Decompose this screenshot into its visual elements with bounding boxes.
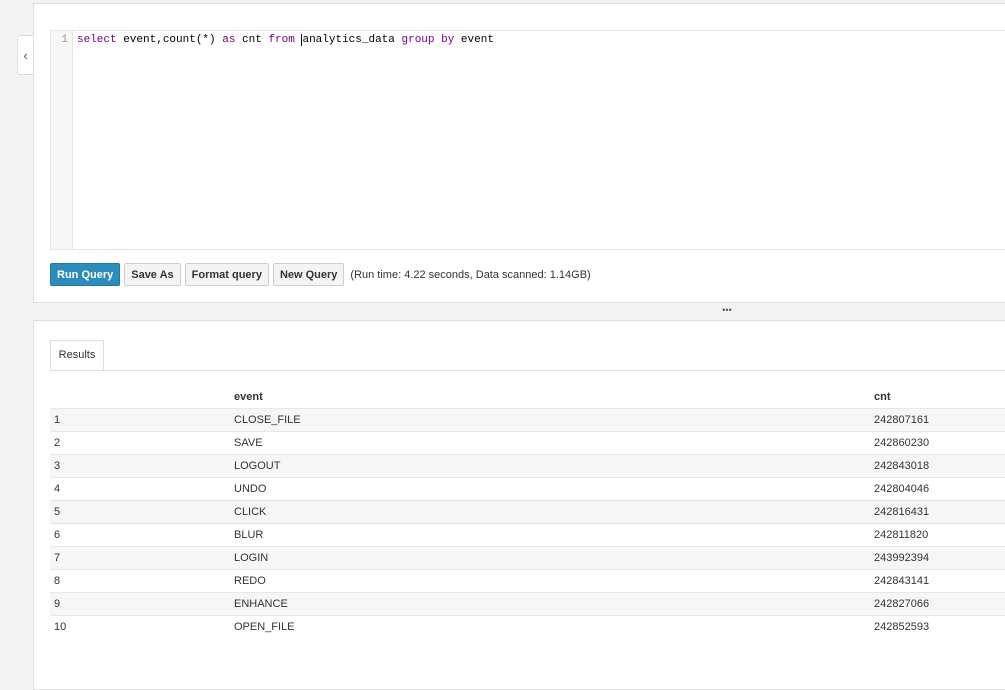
event-cell: UNDO — [234, 477, 874, 501]
table-row: 7 LOGIN 243992394 — [50, 546, 1005, 570]
cnt-cell: 242816431 — [874, 500, 1005, 524]
event-cell: LOGOUT — [234, 454, 874, 478]
panel-resize-handle[interactable]: ••• — [715, 305, 739, 315]
sql-text: event,count(*) — [116, 34, 223, 46]
event-cell: OPEN_FILE — [234, 615, 874, 638]
cnt-cell: 242827066 — [874, 592, 1005, 616]
sql-editor[interactable]: 1 select event,count(*) as cnt from anal… — [50, 30, 1005, 250]
table-row: 10 OPEN_FILE 242852593 — [50, 615, 1005, 638]
query-editor-panel: 1 select event,count(*) as cnt from anal… — [33, 3, 1005, 303]
event-cell: BLUR — [234, 523, 874, 547]
results-table: event cnt 1 CLOSE_FILE 242807161 2 SAVE 24286… — [50, 386, 1005, 638]
results-panel: Results event cnt 1 CLOSE_FILE 242807161 2 S… — [33, 320, 1005, 690]
cnt-cell: 242843141 — [874, 569, 1005, 593]
sql-text: cnt — [235, 34, 269, 46]
results-tab-bar: Results — [50, 340, 1005, 371]
sql-text: analytics_data — [301, 34, 395, 46]
row-index-cell: 5 — [50, 500, 234, 524]
event-cell: REDO — [234, 569, 874, 593]
table-row: 4 UNDO 242804046 — [50, 477, 1005, 501]
event-cell: LOGIN — [234, 546, 874, 570]
code-line[interactable]: select event,count(*) as cnt from analyt… — [73, 31, 494, 249]
results-body: 1 CLOSE_FILE 242807161 2 SAVE 242860230 3 LOGOU… — [50, 408, 1005, 638]
event-cell: ENHANCE — [234, 592, 874, 616]
column-header-cnt: cnt — [874, 391, 891, 403]
cnt-cell: 242811820 — [874, 523, 1005, 547]
row-index-cell: 7 — [50, 546, 234, 570]
column-header-event: event — [234, 391, 263, 403]
table-row: 1 CLOSE_FILE 242807161 — [50, 408, 1005, 432]
table-row: 8 REDO 242843141 — [50, 569, 1005, 593]
event-cell: CLOSE_FILE — [234, 408, 874, 432]
chevron-left-icon: ‹ — [23, 47, 28, 63]
cnt-cell: 242852593 — [874, 615, 1005, 638]
line-number: 1 — [61, 34, 68, 46]
column-header-index — [50, 386, 234, 409]
sql-keyword: as — [222, 34, 236, 46]
line-number-gutter: 1 — [51, 31, 73, 249]
sql-keyword: select — [77, 34, 117, 46]
cnt-cell: 242804046 — [874, 477, 1005, 501]
new-query-button[interactable]: New Query — [272, 263, 345, 286]
event-cell: SAVE — [234, 431, 874, 455]
cnt-cell: 242860230 — [874, 431, 1005, 455]
query-toolbar: Run Query Save As Format query New Query… — [50, 263, 591, 286]
cnt-cell: 242807161 — [874, 408, 1005, 432]
table-header-row: event cnt — [50, 386, 1005, 409]
sql-keyword: group — [401, 34, 435, 46]
sql-keyword: from — [268, 34, 295, 46]
table-row: 5 CLICK 242816431 — [50, 500, 1005, 524]
table-row: 6 BLUR 242811820 — [50, 523, 1005, 547]
row-index-cell: 8 — [50, 569, 234, 593]
cnt-cell: 242843018 — [874, 454, 1005, 478]
table-row: 3 LOGOUT 242843018 — [50, 454, 1005, 478]
table-row: 9 ENHANCE 242827066 — [50, 592, 1005, 616]
row-index-cell: 10 — [50, 615, 234, 638]
tab-results[interactable]: Results — [50, 340, 104, 370]
row-index-cell: 2 — [50, 431, 234, 455]
table-row: 2 SAVE 242860230 — [50, 431, 1005, 455]
sidebar-collapse-tab[interactable]: ‹ — [17, 35, 33, 75]
row-index-cell: 1 — [50, 408, 234, 432]
row-index-cell: 3 — [50, 454, 234, 478]
row-index-cell: 9 — [50, 592, 234, 616]
run-info-text: (Run time: 4.22 seconds, Data scanned: 1… — [350, 268, 591, 281]
sql-keyword: by — [441, 34, 455, 46]
row-index-cell: 6 — [50, 523, 234, 547]
format-query-button[interactable]: Format query — [184, 263, 269, 286]
save-as-button[interactable]: Save As — [124, 263, 181, 286]
sql-text: event — [454, 34, 494, 46]
run-query-button[interactable]: Run Query — [50, 263, 121, 286]
cnt-cell: 243992394 — [874, 546, 1005, 570]
event-cell: CLICK — [234, 500, 874, 524]
row-index-cell: 4 — [50, 477, 234, 501]
